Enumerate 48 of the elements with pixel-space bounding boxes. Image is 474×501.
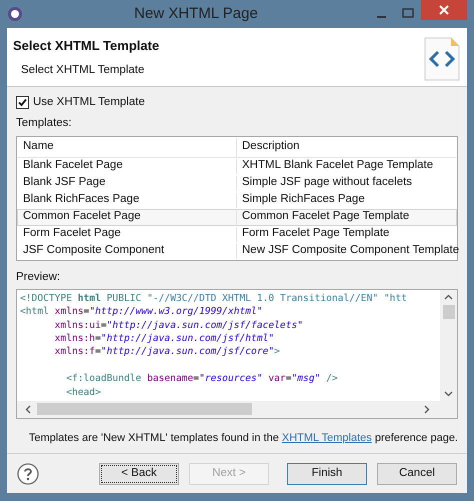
column-header[interactable]: Name	[18, 138, 237, 156]
vertical-scrollbar[interactable]	[440, 290, 457, 401]
table-cell-text: JSF Composite Component	[23, 243, 164, 258]
horizontal-scrollbar[interactable]	[17, 400, 457, 418]
table-cell-text: Blank Facelet Page	[23, 158, 123, 174]
code-line: xmlns:h="http://java.sun.com/jsf/html"	[54, 332, 276, 346]
page-title: Select XHTML Template	[13, 37, 160, 55]
table-row[interactable]: Form Facelet Page Form Facelet Page Template	[17, 226, 457, 242]
table-cell: Form Facelet Page Template	[242, 227, 390, 240]
table-cell-text: Common Facelet Page	[23, 209, 141, 224]
table-cell-text: Blank RichFaces Page	[23, 192, 140, 208]
scroll-thumb[interactable]	[442, 304, 454, 319]
code-line: xmlns:ui="http://java.sun.com/jsf/facelets"	[54, 318, 304, 332]
close-icon	[439, 5, 449, 15]
table-cell: Simple RichFaces Page	[242, 193, 365, 206]
scroll-thumb[interactable]	[37, 403, 252, 416]
table-row[interactable]: Blank RichFaces Page Simple RichFaces Page	[17, 192, 457, 208]
checkbox-label[interactable]: Use XHTML Template	[33, 94, 145, 112]
code-line: <f:loadBundle basename="resources" var="msg" />	[65, 372, 339, 386]
table-cell: Simple JSF page without facelets	[242, 176, 412, 188]
table-row[interactable]: JSF Composite Component New JSF Composite Component Template	[17, 242, 457, 260]
help-icon[interactable]	[17, 463, 39, 485]
dialog-button[interactable]: < Back	[99, 463, 179, 485]
column-header[interactable]: Description	[237, 138, 300, 156]
preview-label: Preview:	[16, 270, 62, 284]
code-line: <html xmlns="http://www.w3.org/1999/xhtml"	[20, 305, 264, 319]
code-line: xmlns:f="http://java.sun.com/jsf/core">	[54, 345, 281, 359]
table-cell-text: Blank JSF Page	[23, 175, 106, 190]
table-row[interactable]: Blank JSF Page Simple JSF page without facelets	[17, 174, 457, 192]
table-row[interactable]: Common Facelet Page Common Facelet Page Template	[17, 208, 457, 226]
table-cell-text: Form Facelet Page	[23, 226, 121, 242]
table-cell: New JSF Composite Component Template	[242, 244, 460, 256]
dialog-button[interactable]: Finish	[287, 463, 367, 485]
document-code-icon	[423, 36, 461, 82]
table-cell: Common Facelet Page Template	[242, 210, 410, 222]
templates-label: Templates:	[16, 116, 73, 132]
page-subtitle: Select XHTML Template	[20, 62, 146, 78]
preference-link[interactable]: XHTML Templates	[282, 432, 372, 444]
info-text: Templates are 'New XHTML' templates found in the XHTML Templates preference page.	[28, 432, 458, 444]
close-button[interactable]	[421, 0, 467, 20]
code-line: <!DOCTYPE html PUBLIC "-//W3C//DTD XHTML 1.0 Transitional//EN" "htt	[20, 292, 408, 306]
table-cell: XHTML Blank Facelet Page Template	[242, 159, 434, 172]
code-line: <head>	[65, 386, 102, 399]
dialog-button[interactable]: Cancel	[377, 463, 457, 485]
checkbox[interactable]	[16, 96, 29, 110]
window-title: New XHTML Page	[133, 4, 259, 24]
table-row[interactable]: Blank Facelet Page XHTML Blank Facelet Page Template	[17, 158, 457, 174]
app-icon	[7, 6, 23, 22]
